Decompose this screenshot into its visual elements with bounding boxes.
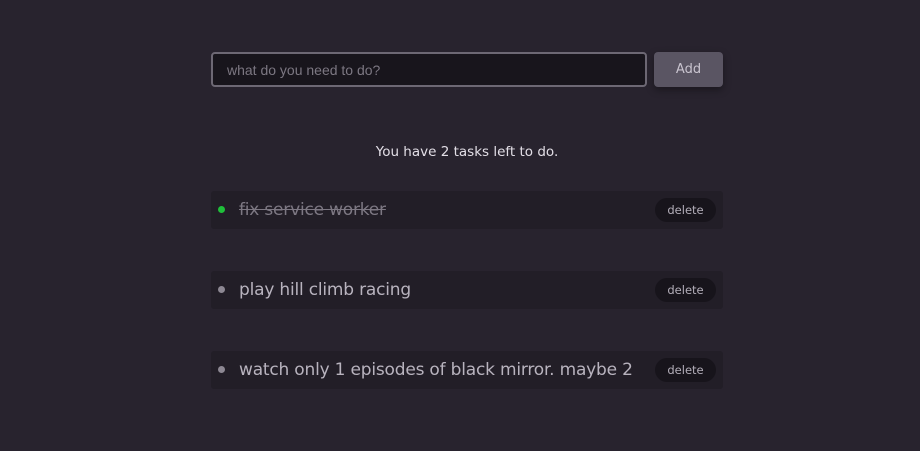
task-input[interactable] xyxy=(211,52,647,87)
delete-button[interactable]: delete xyxy=(655,358,716,382)
pending-status-dot-icon[interactable] xyxy=(218,286,225,293)
pending-status-dot-icon[interactable] xyxy=(218,366,225,373)
delete-button[interactable]: delete xyxy=(655,198,716,222)
task-text[interactable]: fix service worker xyxy=(239,200,386,220)
task-item[interactable]: fix service worker delete xyxy=(211,191,723,229)
task-item[interactable]: play hill climb racing delete xyxy=(211,271,723,309)
task-item[interactable]: watch only 1 episodes of black mirror. m… xyxy=(211,351,723,389)
task-text[interactable]: watch only 1 episodes of black mirror. m… xyxy=(239,360,633,380)
delete-button[interactable]: delete xyxy=(655,278,716,302)
done-status-dot-icon[interactable] xyxy=(218,206,225,213)
task-text[interactable]: play hill climb racing xyxy=(239,280,411,300)
tasks-left-counter: You have 2 tasks left to do. xyxy=(375,144,559,160)
add-task-form: Add xyxy=(211,52,723,88)
add-button[interactable]: Add xyxy=(654,52,723,87)
